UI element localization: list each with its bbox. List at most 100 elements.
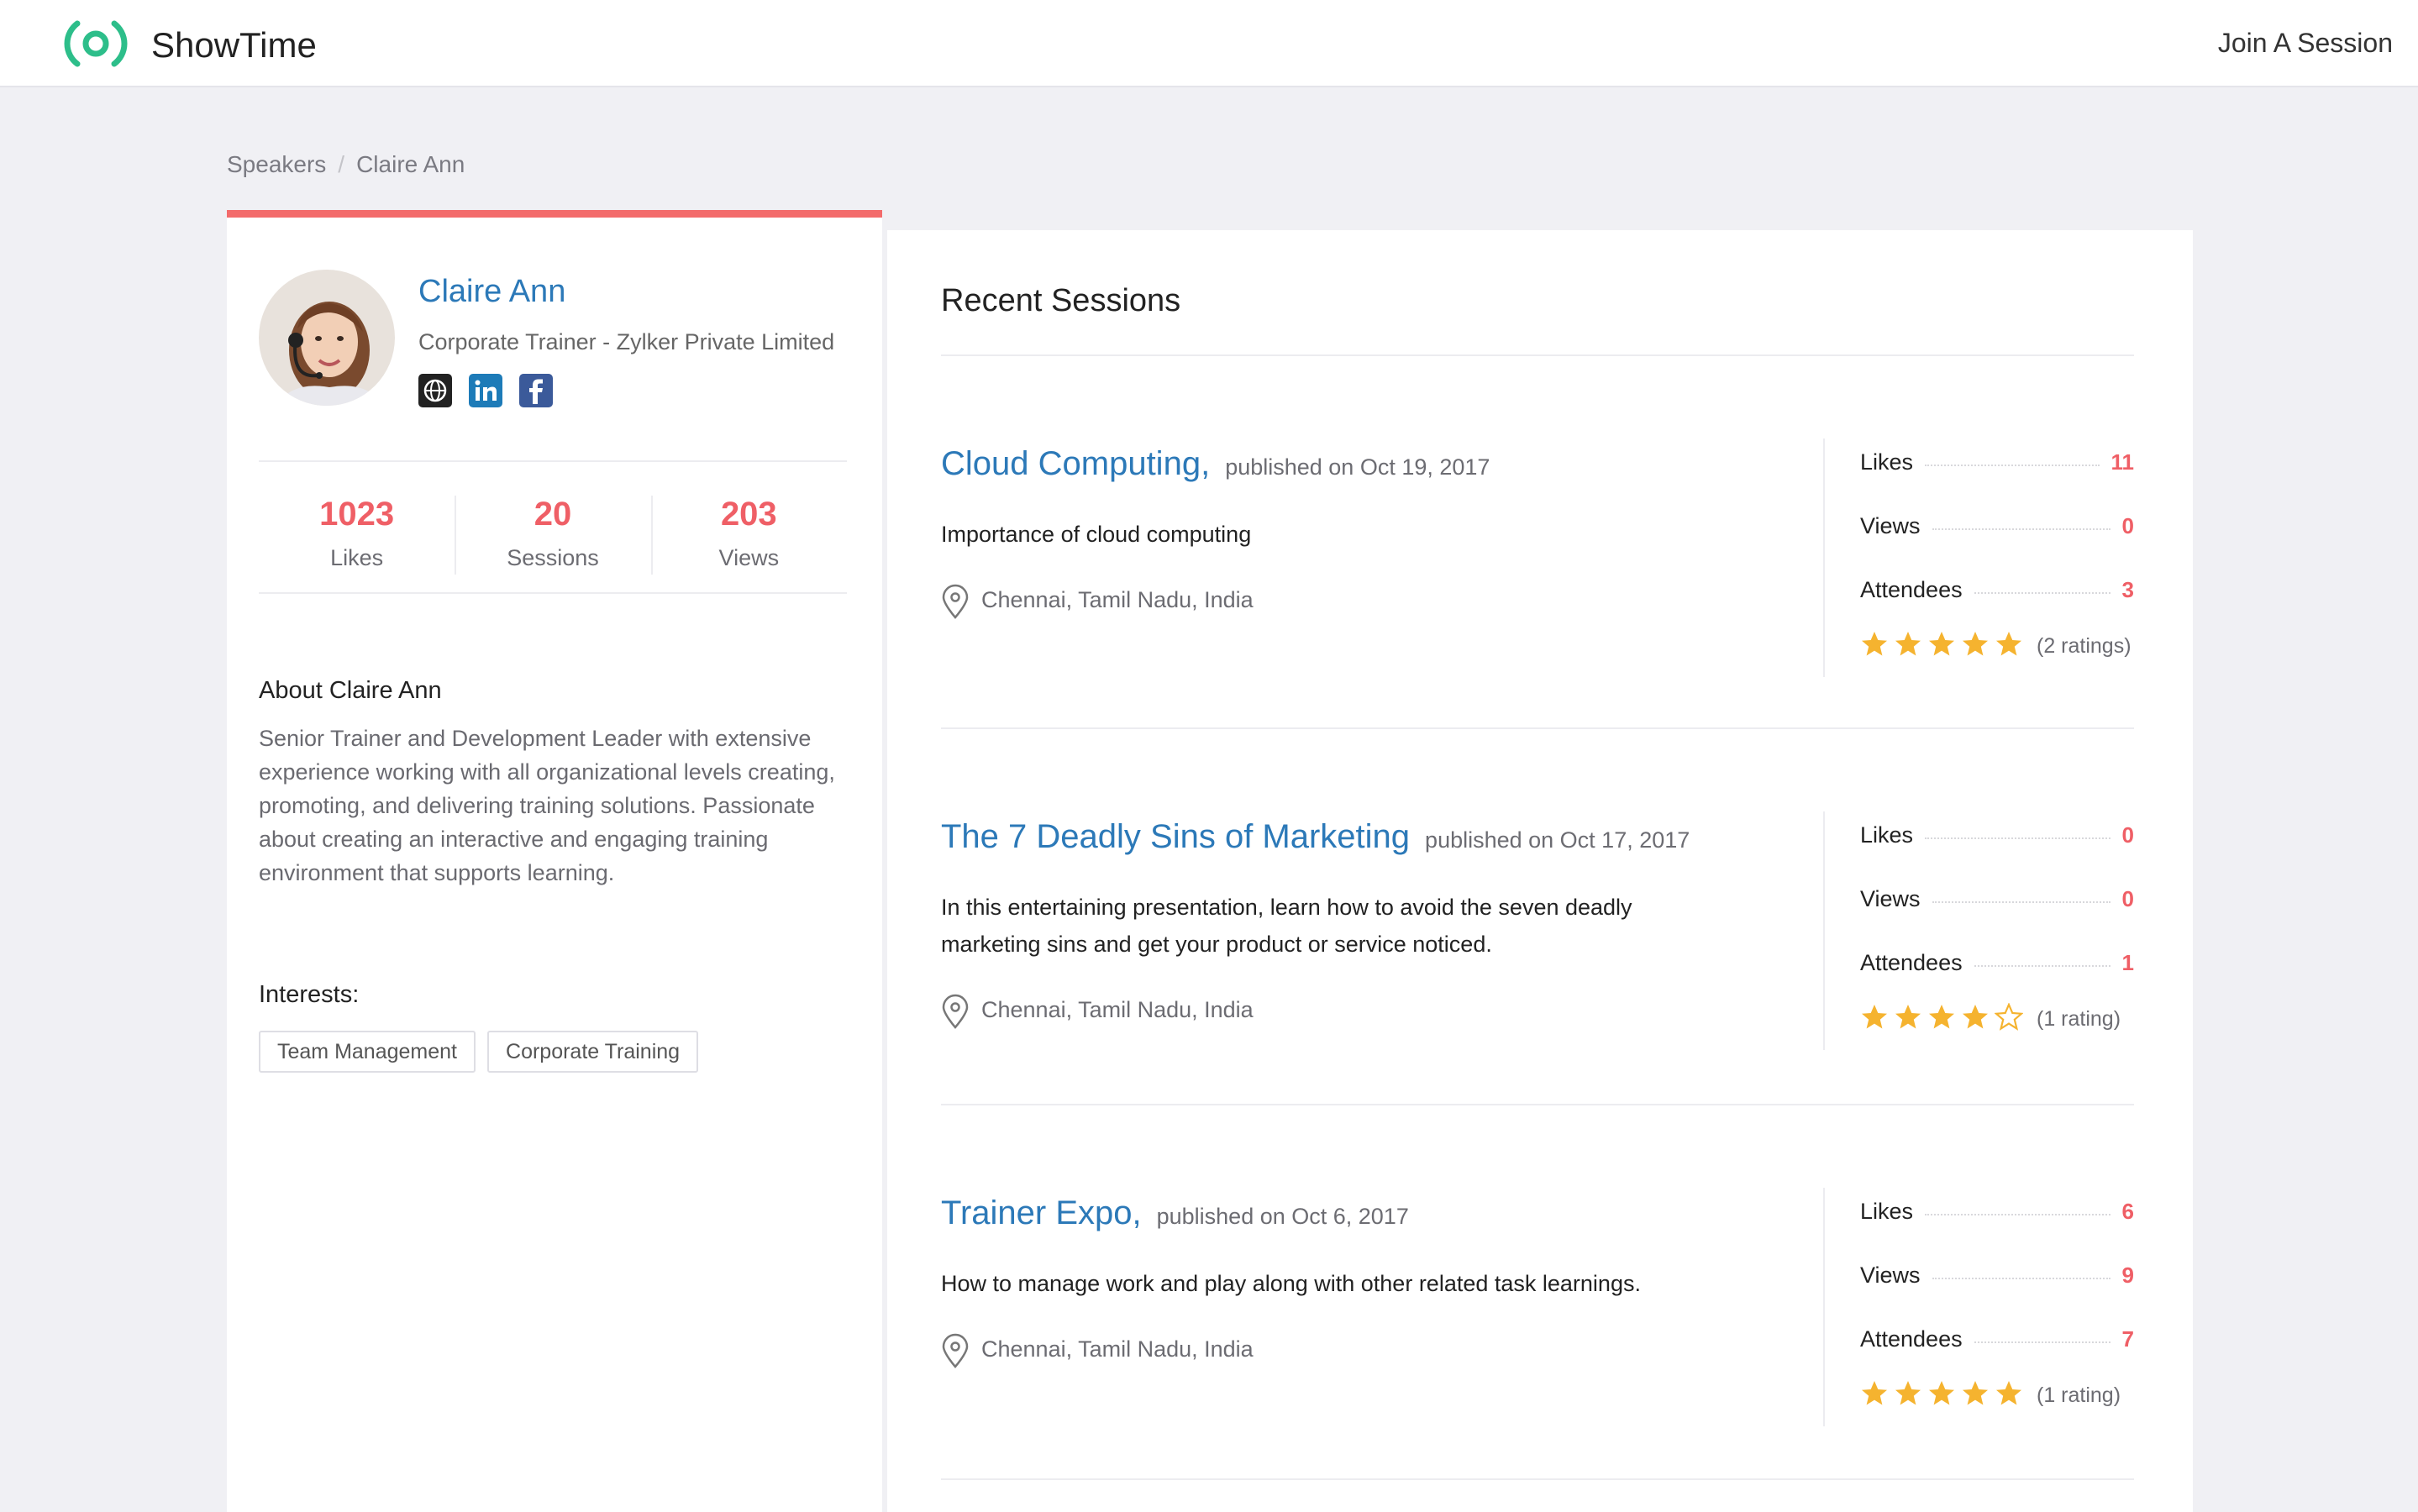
session-title-link[interactable]: The 7 Deadly Sins of Marketing — [941, 818, 1410, 855]
interests-heading: Interests: — [259, 981, 360, 1008]
sessions-heading-divider — [941, 354, 2134, 356]
session-description: In this entertaining presentation, learn… — [941, 895, 1632, 957]
metric-attendees-label: Attendees — [1860, 577, 1963, 602]
location-pin-icon — [942, 994, 969, 1029]
breadcrumb-current: Claire Ann — [356, 151, 465, 177]
join-session-link[interactable]: Join A Session — [2218, 22, 2393, 64]
stat-likes-label: Likes — [330, 545, 384, 570]
dotted-leader — [1925, 837, 2110, 839]
session-item: Cloud Computing, published on Oct 19, 201… — [941, 438, 2134, 692]
metric-likes-value: 11 — [2110, 449, 2135, 475]
metric-views-value: 9 — [2121, 1263, 2134, 1288]
metric-attendees: Attendees 7 — [1860, 1322, 2134, 1356]
session-item: The 7 Deadly Sins of Marketing published … — [941, 811, 2134, 1065]
dotted-leader — [1974, 1341, 2110, 1343]
profile-divider-bottom — [259, 592, 847, 594]
dotted-leader — [1974, 592, 2110, 594]
ratings-count: (2 ratings) — [2037, 634, 2132, 658]
session-title-link[interactable]: Cloud Computing, — [941, 445, 1210, 482]
metric-attendees: Attendees 1 — [1860, 946, 2134, 979]
globe-icon[interactable] — [418, 374, 452, 407]
star-filled-icon — [1929, 632, 1954, 656]
ratings-count: (1 rating) — [2037, 1383, 2121, 1407]
star-filled-icon — [1862, 632, 1887, 656]
session-stats: Likes 11 Views 0 Attendees 3 (2 ratings) — [1823, 438, 2134, 677]
metric-likes-label: Likes — [1860, 822, 1914, 848]
stat-likes: 1023 Likes — [259, 491, 455, 581]
session-description: How to manage work and play along with o… — [941, 1271, 1641, 1296]
session-header: Trainer Expo, published on Oct 6, 2017 — [941, 1189, 1409, 1244]
session-location: Chennai, Tamil Nadu, India — [941, 583, 1254, 619]
interest-tags: Team Management Corporate Training — [259, 1031, 699, 1073]
interest-tag[interactable]: Team Management — [259, 1031, 476, 1073]
session-description: Importance of cloud computing — [941, 522, 1252, 547]
star-rating: (2 ratings) — [1860, 630, 2132, 663]
speaker-stats: 1023 Likes 20 Sessions 203 Views — [259, 491, 847, 581]
dotted-leader — [1925, 465, 2100, 466]
star-filled-icon — [1895, 1005, 1921, 1029]
star-filled-icon — [1996, 1381, 2021, 1405]
metric-views: Views 9 — [1860, 1258, 2134, 1292]
metric-likes: Likes 6 — [1860, 1194, 2134, 1228]
star-filled-icon — [1963, 1381, 1988, 1405]
showtime-logo-icon[interactable] — [64, 18, 128, 69]
breadcrumb: Speakers / Claire Ann — [227, 148, 465, 181]
session-divider — [941, 1104, 2134, 1105]
stat-views: 203 Views — [650, 491, 847, 581]
session-location: Chennai, Tamil Nadu, India — [941, 993, 1254, 1029]
session-header: The 7 Deadly Sins of Marketing published … — [941, 813, 1690, 868]
metric-likes: Likes 11 — [1860, 445, 2134, 479]
session-divider — [941, 1478, 2134, 1480]
dotted-leader — [1932, 1278, 2110, 1279]
interest-tag[interactable]: Corporate Training — [487, 1031, 699, 1073]
breadcrumb-speakers[interactable]: Speakers — [227, 151, 326, 177]
stars-container — [1860, 1379, 2028, 1412]
session-location-text: Chennai, Tamil Nadu, India — [981, 997, 1254, 1022]
metric-attendees-value: 3 — [2121, 577, 2134, 602]
stat-likes-value: 1023 — [319, 496, 395, 533]
dotted-leader — [1974, 965, 2110, 967]
avatar — [259, 270, 395, 406]
metric-views-label: Views — [1860, 1263, 1921, 1288]
session-header: Cloud Computing, published on Oct 19, 201… — [941, 440, 1490, 495]
recent-sessions-panel: Recent Sessions Cloud Computing, publishe… — [887, 230, 2193, 1512]
metric-attendees: Attendees 3 — [1860, 573, 2134, 606]
metric-likes-value: 0 — [2121, 822, 2134, 848]
stars-container — [1860, 1002, 2028, 1036]
metric-likes-label: Likes — [1860, 449, 1914, 475]
dotted-leader — [1925, 1214, 2110, 1215]
session-location-text: Chennai, Tamil Nadu, India — [981, 1336, 1254, 1362]
session-date: published on Oct 17, 2017 — [1425, 827, 1690, 853]
metric-attendees-label: Attendees — [1860, 1326, 1963, 1352]
session-stats: Likes 6 Views 9 Attendees 7 (1 rating) — [1823, 1188, 2134, 1426]
metric-views-value: 0 — [2121, 886, 2134, 911]
location-pin-icon — [942, 584, 969, 619]
star-filled-icon — [1996, 632, 2021, 656]
session-stats: Likes 0 Views 0 Attendees 1 (1 rating) — [1823, 811, 2134, 1050]
star-filled-icon — [1963, 632, 1988, 656]
star-filled-icon — [1929, 1381, 1954, 1405]
brand-name[interactable]: ShowTime — [151, 22, 317, 69]
star-rating: (1 rating) — [1860, 1379, 2121, 1412]
metric-views: Views 0 — [1860, 882, 2134, 916]
session-item: Trainer Expo, published on Oct 6, 2017 Ho… — [941, 1188, 2134, 1441]
metric-views-label: Views — [1860, 886, 1921, 911]
metric-attendees-label: Attendees — [1860, 950, 1963, 975]
top-header: ShowTime Join A Session — [0, 0, 2418, 87]
facebook-icon[interactable] — [519, 374, 553, 407]
session-title-link[interactable]: Trainer Expo, — [941, 1194, 1142, 1231]
star-empty-icon — [1994, 1002, 2024, 1031]
metric-views-label: Views — [1860, 513, 1921, 538]
speaker-name: Claire Ann — [418, 274, 566, 309]
star-rating: (1 rating) — [1860, 1002, 2121, 1036]
metric-likes-value: 6 — [2121, 1199, 2134, 1224]
metric-attendees-value: 7 — [2121, 1326, 2134, 1352]
star-filled-icon — [1862, 1381, 1887, 1405]
about-heading: About Claire Ann — [259, 677, 442, 704]
speaker-title: Corporate Trainer - Zylker Private Limit… — [418, 329, 835, 354]
metric-likes-label: Likes — [1860, 1199, 1914, 1224]
breadcrumb-separator: / — [338, 151, 345, 177]
linkedin-icon[interactable] — [469, 374, 502, 407]
ratings-count: (1 rating) — [2037, 1007, 2121, 1031]
star-filled-icon — [1963, 1005, 1988, 1029]
